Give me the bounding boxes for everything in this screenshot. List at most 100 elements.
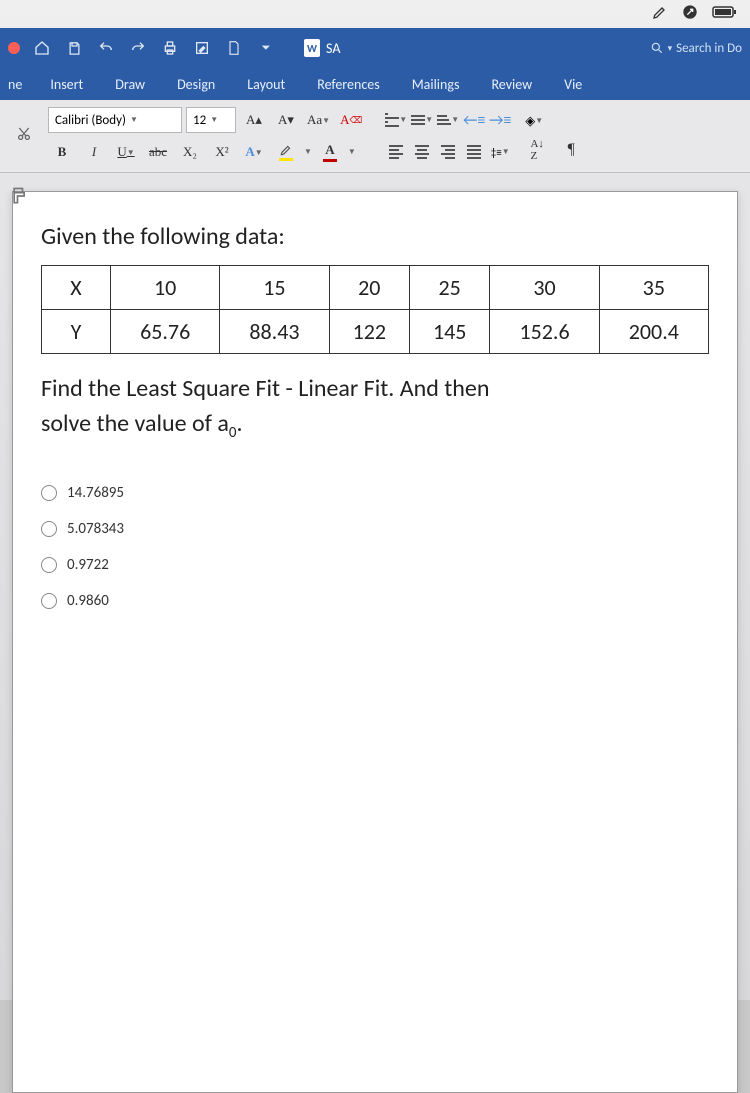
document-page: Given the following data: X 10 15 20 25 … (12, 191, 738, 1093)
font-color-button[interactable]: A (316, 140, 344, 164)
tab-review[interactable]: Review (475, 69, 548, 100)
increase-font-button[interactable]: A▴ (240, 108, 268, 132)
highlight-button[interactable] (272, 140, 300, 164)
text-effects-button[interactable]: A▼ (240, 140, 268, 164)
highlighter-icon (279, 143, 293, 157)
close-window-button[interactable] (8, 42, 20, 54)
option-label: 14.76895 (67, 484, 124, 502)
align-left-button[interactable] (385, 141, 407, 163)
justify-button[interactable] (463, 141, 485, 163)
x-cell: 10 (111, 266, 220, 310)
decrease-indent-button[interactable]: ←≡ (463, 109, 485, 131)
y-cell: 145 (409, 310, 489, 354)
tab-draw[interactable]: Draw (99, 69, 161, 100)
customize-toolbar-icon[interactable]: ⏷ (252, 34, 280, 62)
x-cell: 30 (490, 266, 599, 310)
underline-button[interactable]: U▼ (112, 140, 140, 164)
search-icon (650, 41, 664, 55)
search-placeholder: Search in Do (676, 41, 742, 56)
tab-references[interactable]: References (301, 69, 395, 100)
question-title: Given the following data: (41, 222, 709, 251)
chevron-down-icon: ▼ (210, 115, 218, 125)
option-label: 0.9722 (67, 556, 109, 574)
answer-options: 14.76895 5.078343 0.9722 0.9860 (41, 484, 709, 610)
italic-button[interactable]: I (80, 140, 108, 164)
prompt-line-1: Find the Least Square Fit - Linear Fit. … (41, 374, 489, 403)
question-prompt: Find the Least Square Fit - Linear Fit. … (41, 372, 709, 444)
paragraph-extra-group: ◈▼ A↓Z ¶ (523, 106, 585, 166)
undo-icon[interactable] (92, 34, 120, 62)
radio-icon[interactable] (41, 593, 57, 609)
save-icon[interactable] (60, 34, 88, 62)
sort-button[interactable]: A↓Z (523, 138, 551, 162)
home-icon[interactable] (28, 34, 56, 62)
y-cell: 65.76 (111, 310, 220, 354)
increase-indent-button[interactable]: →≡ (489, 109, 511, 131)
prompt-line-2-post: . (237, 409, 243, 438)
tab-insert[interactable]: Insert (34, 69, 99, 100)
prompt-sub: 0 (229, 424, 237, 442)
align-right-button[interactable] (437, 141, 459, 163)
edit-pencil-icon (652, 4, 668, 25)
x-label: X (42, 266, 111, 310)
bullets-button[interactable]: ▼ (385, 109, 407, 131)
superscript-button[interactable]: X² (208, 140, 236, 164)
location-arrow-icon (682, 4, 698, 25)
chevron-down-icon[interactable]: ▼ (348, 147, 356, 157)
radio-icon[interactable] (41, 485, 57, 501)
numbering-button[interactable]: ▼ (411, 109, 433, 131)
chevron-down-icon[interactable]: ▼ (304, 147, 312, 157)
tab-home-partial[interactable]: ne (0, 69, 34, 100)
radio-icon[interactable] (41, 557, 57, 573)
prompt-line-2-pre: solve the value of a (41, 409, 229, 438)
chevron-down-icon: ▼ (130, 115, 138, 125)
tab-design[interactable]: Design (161, 69, 231, 100)
change-case-button[interactable]: Aa▼ (304, 108, 333, 132)
data-table: X 10 15 20 25 30 35 Y 65.76 88.43 122 14… (41, 265, 709, 354)
ribbon-tabs: ne Insert Draw Design Layout References … (0, 68, 750, 100)
format-painter-icon[interactable] (10, 186, 30, 211)
x-cell: 25 (409, 266, 489, 310)
option-label: 0.9860 (67, 592, 109, 610)
tab-view-partial[interactable]: Vie (548, 69, 598, 100)
subscript-button[interactable]: X₂ (176, 140, 204, 164)
word-doc-icon: W (304, 39, 320, 57)
font-name-select[interactable]: Calibri (Body) ▼ (48, 107, 182, 133)
option-row[interactable]: 14.76895 (41, 484, 709, 502)
table-row: Y 65.76 88.43 122 145 152.6 200.4 (42, 310, 709, 354)
y-cell: 122 (329, 310, 409, 354)
strikethrough-button[interactable]: abc (144, 140, 172, 164)
font-size-value: 12 (193, 113, 206, 128)
font-size-select[interactable]: 12 ▼ (186, 107, 236, 133)
show-hide-button[interactable]: ¶ (557, 138, 585, 162)
table-row: X 10 15 20 25 30 35 (42, 266, 709, 310)
option-row[interactable]: 0.9722 (41, 556, 709, 574)
cut-icon[interactable] (16, 126, 32, 147)
y-cell: 152.6 (490, 310, 599, 354)
x-cell: 20 (329, 266, 409, 310)
align-center-button[interactable] (411, 141, 433, 163)
multilevel-list-button[interactable]: ▼ (437, 109, 459, 131)
font-name-value: Calibri (Body) (55, 113, 126, 128)
option-row[interactable]: 5.078343 (41, 520, 709, 538)
y-label: Y (42, 310, 111, 354)
tab-layout[interactable]: Layout (231, 69, 301, 100)
option-row[interactable]: 0.9860 (41, 592, 709, 610)
clear-formatting-button[interactable]: A⌫ (337, 108, 365, 132)
decrease-font-button[interactable]: A▾ (272, 108, 300, 132)
ribbon: Calibri (Body) ▼ 12 ▼ A▴ A▾ Aa▼ A⌫ B I U… (0, 100, 750, 173)
battery-icon (712, 5, 738, 24)
line-spacing-button[interactable]: ‡≡▼ (489, 141, 511, 163)
search-box[interactable]: ▾ Search in Do (650, 41, 742, 56)
print-icon[interactable] (156, 34, 184, 62)
tab-mailings[interactable]: Mailings (396, 69, 476, 100)
edit-icon[interactable] (188, 34, 216, 62)
y-cell: 88.43 (220, 310, 329, 354)
shading-button[interactable]: ◈▼ (523, 110, 545, 132)
redo-icon[interactable] (124, 34, 152, 62)
new-doc-icon[interactable] (220, 34, 248, 62)
x-cell: 35 (599, 266, 708, 310)
bold-button[interactable]: B (48, 140, 76, 164)
radio-icon[interactable] (41, 521, 57, 537)
y-cell: 200.4 (599, 310, 708, 354)
